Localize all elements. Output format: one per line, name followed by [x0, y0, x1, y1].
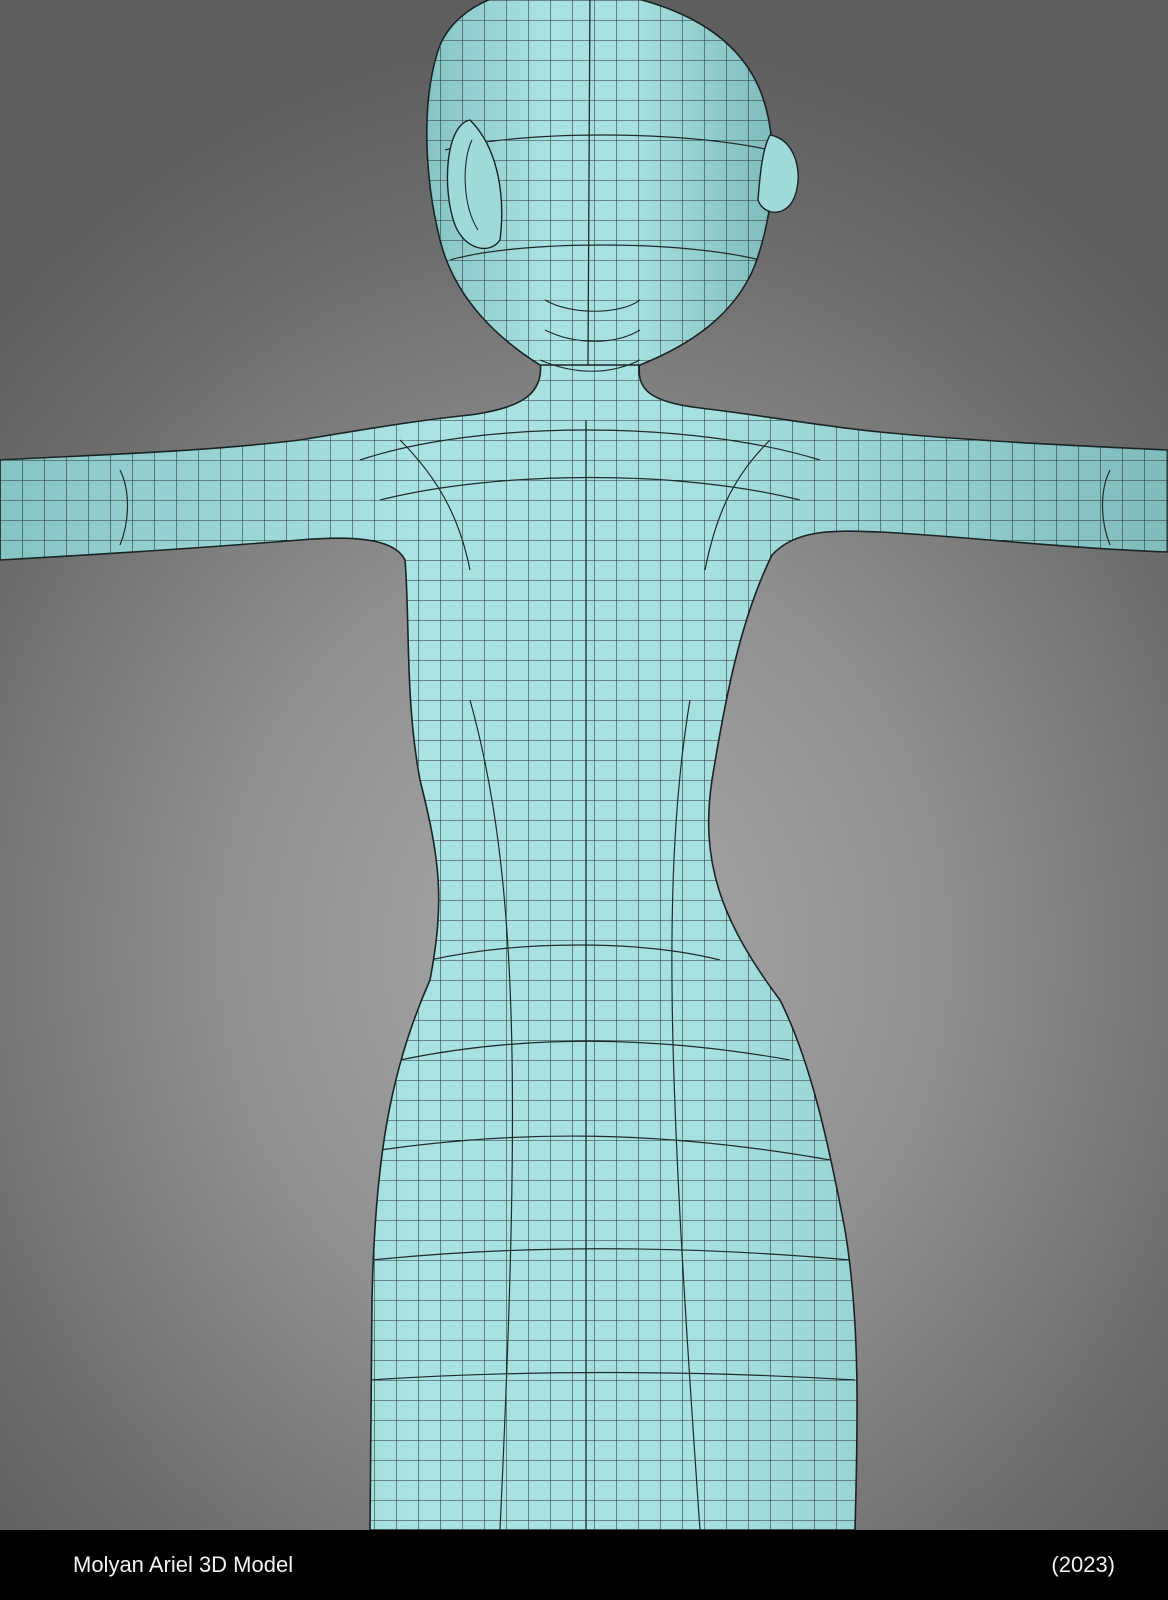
model-render [0, 0, 1168, 1530]
render-viewport [0, 0, 1168, 1530]
caption-bar: Molyan Ariel 3D Model (2023) [0, 1530, 1168, 1600]
caption-year: (2023) [1051, 1552, 1115, 1577]
caption-title: Molyan Ariel 3D Model [73, 1552, 294, 1577]
